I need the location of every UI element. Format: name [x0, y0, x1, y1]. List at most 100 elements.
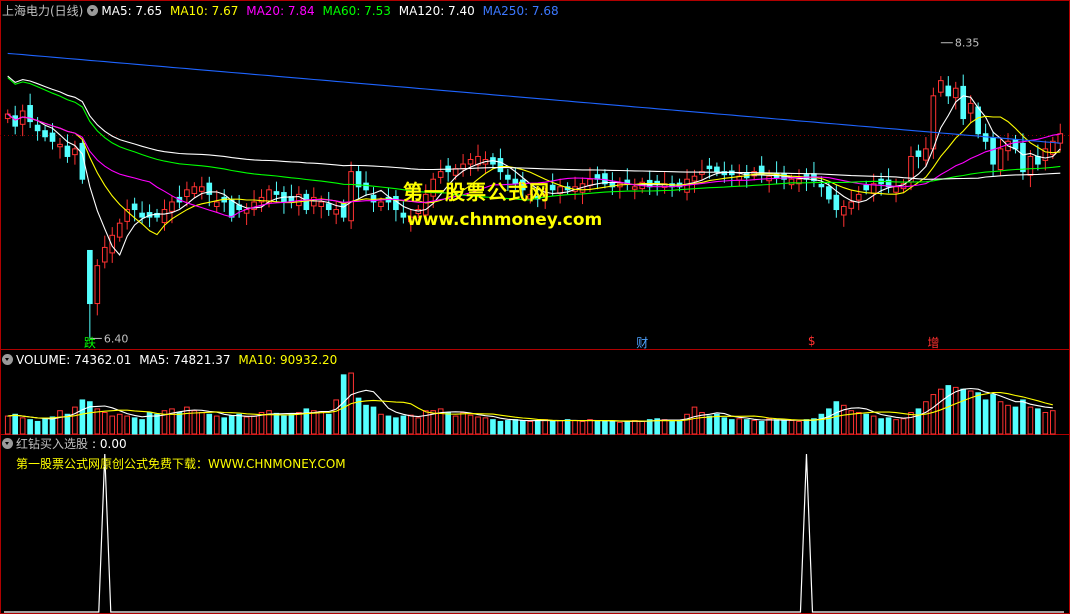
volume-bar: [900, 418, 907, 435]
candle-body: [116, 222, 123, 238]
volume-bar: [310, 410, 317, 435]
ma250-legend: MA250: 7.68: [482, 4, 559, 18]
ma10-legend: MA10: 7.67: [169, 4, 239, 18]
volume-bar: [639, 420, 646, 435]
volume-bar: [1035, 408, 1041, 435]
volume-bar: [803, 419, 810, 435]
candle-body: [131, 203, 138, 211]
volume-bar: [1020, 399, 1026, 435]
candle-body: [310, 196, 317, 207]
candle-body: [893, 186, 899, 193]
event-marker-0[interactable]: 跌: [84, 334, 96, 351]
candle-body: [87, 249, 93, 305]
volume-bar: [72, 406, 78, 435]
volume-bar: [273, 412, 280, 435]
volume-bar: [206, 413, 213, 435]
volume-bar: [139, 419, 145, 435]
candle-body: [161, 209, 168, 224]
event-marker-2[interactable]: $: [808, 334, 816, 348]
volume-bar: [19, 417, 26, 435]
volume-bar: [475, 416, 481, 435]
volume-bar: [534, 420, 541, 435]
candle-body: [34, 124, 41, 132]
candle-body: [1012, 138, 1019, 150]
volume-bar: [982, 399, 989, 435]
candle-body: [191, 186, 198, 194]
volume-bar: [923, 401, 929, 435]
volume-bar: [684, 413, 690, 435]
volume-bar: [1042, 411, 1049, 435]
volume-bar: [751, 420, 758, 435]
volume-bar: [378, 413, 384, 435]
candle-body: [12, 115, 19, 127]
candle-body: [333, 209, 339, 215]
volume-bar: [236, 413, 242, 435]
volume-bar: [736, 418, 743, 435]
volume-bar: [199, 411, 205, 435]
candle-body: [303, 193, 310, 211]
volume-bar: [826, 408, 832, 435]
volume-bar: [109, 415, 116, 435]
volume-bar: [49, 416, 56, 435]
volume-bar: [579, 420, 586, 435]
candle-body: [923, 148, 929, 161]
candle-body: [109, 234, 116, 254]
candle-body: [64, 145, 71, 157]
collapse-icon[interactable]: [87, 5, 99, 16]
candle-body: [691, 175, 698, 182]
volume-bar: [490, 419, 496, 435]
volume-bar: [796, 420, 802, 435]
watermark-cn: 第一股票公式网: [403, 180, 550, 204]
volume-bar: [938, 388, 944, 435]
candle-body: [826, 186, 832, 200]
candle-body: [101, 246, 108, 263]
candle-body: [788, 178, 795, 186]
volume-bar: [460, 411, 466, 435]
collapse-icon[interactable]: [2, 354, 13, 365]
volume-bar: [1005, 404, 1011, 435]
volume-bar: [773, 419, 780, 435]
volume-bar: [549, 420, 556, 435]
candle-body: [855, 193, 862, 201]
volume-bar: [855, 411, 862, 435]
volume-bar: [101, 411, 108, 435]
candle-body: [460, 163, 466, 170]
indicator-note: 第一股票公式网原创公式免费下载：WWW.CHNMONEY.COM: [16, 457, 346, 471]
candle-body: [706, 165, 713, 170]
candle-body: [714, 166, 720, 173]
volume-bar: [990, 394, 996, 435]
candle-body: [228, 199, 235, 218]
candle-body: [363, 182, 369, 191]
candle-body: [42, 130, 48, 138]
volume-bar: [646, 419, 653, 435]
candle-body: [400, 212, 407, 218]
volume-bar: [878, 418, 884, 435]
volume-bar: [333, 399, 339, 435]
volume-bar: [288, 413, 295, 435]
volume-bar: [714, 413, 720, 435]
chart-frame: [0, 0, 1070, 614]
candle-body: [184, 189, 190, 197]
candle-body: [199, 186, 205, 192]
event-marker-3[interactable]: 增: [927, 334, 939, 351]
volume-bar: [497, 420, 504, 435]
candle-body: [348, 171, 354, 222]
volume-bar: [355, 397, 362, 435]
volume-bar: [617, 421, 623, 435]
volume-bar: [706, 415, 713, 435]
volume-bar: [557, 420, 563, 435]
volume-bar: [422, 410, 429, 435]
volume-bar: [729, 419, 735, 435]
collapse-icon[interactable]: [2, 438, 13, 449]
volume-bar: [154, 413, 160, 435]
volume-bar: [661, 419, 668, 435]
volume-bar: [602, 420, 608, 435]
volume-bar: [221, 417, 228, 435]
volume-bar: [505, 420, 511, 435]
candle-body: [1057, 133, 1064, 144]
volume-bar: [691, 406, 698, 435]
candle-body: [497, 158, 504, 173]
candle-body: [840, 206, 847, 216]
event-marker-1[interactable]: 财: [636, 334, 648, 351]
volume-bar: [452, 415, 459, 435]
